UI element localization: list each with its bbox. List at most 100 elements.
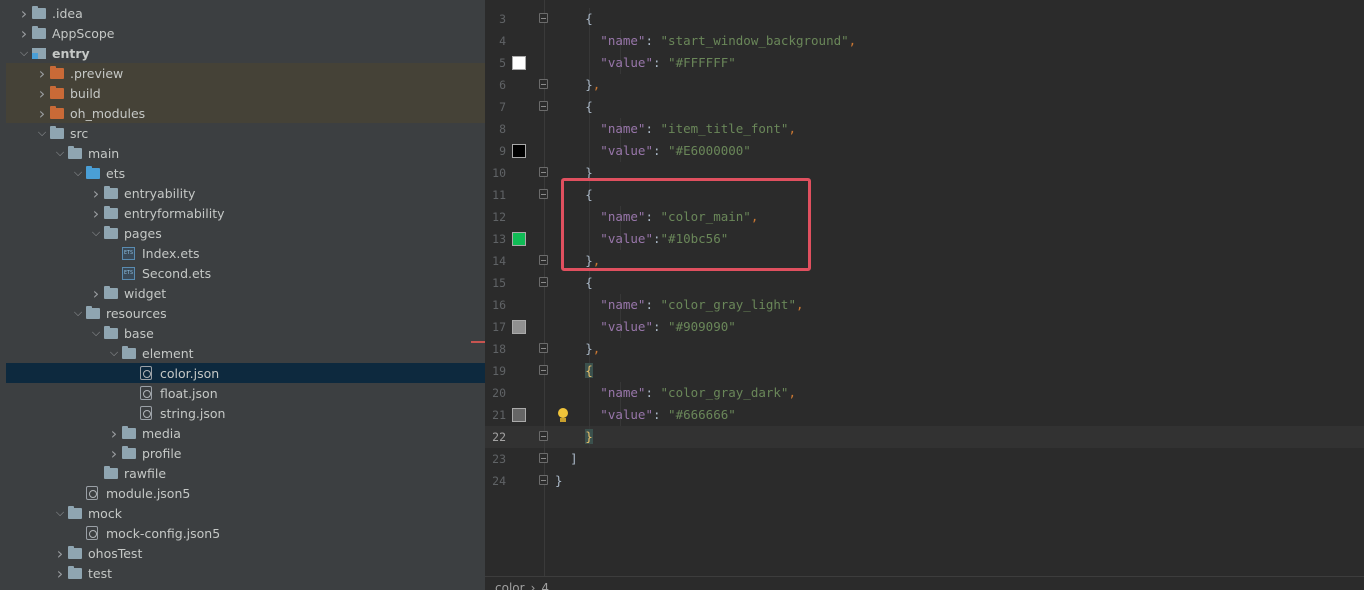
code-line[interactable]: 16 "name": "color_gray_light", bbox=[485, 294, 1364, 316]
fold-marker-icon[interactable] bbox=[539, 255, 548, 265]
tree-item-label: src bbox=[70, 125, 89, 141]
color-swatch-icon[interactable] bbox=[512, 232, 526, 246]
tree-item[interactable]: › .preview bbox=[6, 63, 485, 83]
tree-item[interactable]: mock-config.json5 bbox=[6, 523, 485, 543]
code-line[interactable]: 5 "value": "#FFFFFF" bbox=[485, 52, 1364, 74]
tree-item[interactable]: ⌵ pages bbox=[6, 223, 485, 243]
tree-item[interactable]: rawfile bbox=[6, 463, 485, 483]
fold-marker-icon[interactable] bbox=[539, 343, 548, 353]
chevron-down-icon[interactable]: ⌵ bbox=[106, 343, 122, 363]
chevron-down-icon[interactable]: ⌵ bbox=[52, 143, 68, 163]
chevron-down-icon[interactable]: ⌵ bbox=[52, 503, 68, 523]
tree-item[interactable]: string.json bbox=[6, 403, 485, 423]
code-token: "start_window_background" bbox=[660, 33, 849, 48]
lightbulb-icon[interactable] bbox=[557, 408, 569, 424]
chevron-down-icon[interactable]: ⌵ bbox=[34, 123, 50, 143]
chevron-down-icon[interactable]: ⌵ bbox=[16, 43, 32, 63]
tree-item[interactable]: float.json bbox=[6, 383, 485, 403]
tree-item[interactable]: › profile bbox=[6, 443, 485, 463]
chevron-down-icon[interactable]: ⌵ bbox=[88, 223, 104, 243]
color-swatch-icon[interactable] bbox=[512, 320, 526, 334]
code-line[interactable]: 6}, bbox=[485, 74, 1364, 96]
tree-item[interactable]: › media bbox=[6, 423, 485, 443]
code-text: }, bbox=[585, 74, 600, 96]
chevron-right-icon[interactable]: › bbox=[34, 103, 50, 123]
code-text: }, bbox=[585, 338, 600, 360]
tree-item[interactable]: › .idea bbox=[6, 3, 485, 23]
fold-marker-icon[interactable] bbox=[539, 431, 548, 441]
tree-item[interactable]: › ohosTest bbox=[6, 543, 485, 563]
chevron-right-icon[interactable]: › bbox=[88, 203, 104, 223]
fold-marker-icon[interactable] bbox=[539, 167, 548, 177]
code-text: ] bbox=[570, 448, 578, 470]
tree-item[interactable]: › AppScope bbox=[6, 23, 485, 43]
code-editor[interactable]: 3{4 "name": "start_window_background", 5 "v… bbox=[485, 0, 1364, 590]
tree-item[interactable]: › entryformability bbox=[6, 203, 485, 223]
tree-item[interactable]: ⌵ mock bbox=[6, 503, 485, 523]
tree-item[interactable]: color.json bbox=[6, 363, 485, 383]
fold-marker-icon[interactable] bbox=[539, 277, 548, 287]
tree-item[interactable]: ⌵ resources bbox=[6, 303, 485, 323]
tree-item[interactable]: › widget bbox=[6, 283, 485, 303]
chevron-down-icon[interactable]: ⌵ bbox=[88, 323, 104, 343]
code-text: } bbox=[585, 426, 593, 448]
tree-item[interactable]: › build bbox=[6, 83, 485, 103]
tree-item[interactable]: module.json5 bbox=[6, 483, 485, 503]
chevron-right-icon[interactable]: › bbox=[16, 23, 32, 43]
chevron-right-icon[interactable]: › bbox=[34, 83, 50, 103]
fold-marker-icon[interactable] bbox=[539, 475, 548, 485]
fold-marker-icon[interactable] bbox=[539, 365, 548, 375]
chevron-right-icon[interactable]: › bbox=[34, 63, 50, 83]
tree-item[interactable]: ⌵ entry bbox=[6, 43, 485, 63]
tree-item[interactable]: › oh_modules bbox=[6, 103, 485, 123]
editor-breadcrumb: color › 4 bbox=[485, 576, 1364, 590]
code-line[interactable]: 20 "name": "color_gray_dark", bbox=[485, 382, 1364, 404]
code-line[interactable]: 19 { bbox=[485, 360, 1364, 382]
code-line[interactable]: 3{ bbox=[485, 8, 1364, 30]
chevron-down-icon[interactable]: ⌵ bbox=[70, 163, 86, 183]
tree-item[interactable]: ETS Index.ets bbox=[6, 243, 485, 263]
code-line[interactable]: 7{ bbox=[485, 96, 1364, 118]
chevron-right-icon[interactable]: › bbox=[16, 3, 32, 23]
code-line[interactable]: 4 "name": "start_window_background", bbox=[485, 30, 1364, 52]
tree-item[interactable]: ⌵ main bbox=[6, 143, 485, 163]
tree-item[interactable]: ⌵ base bbox=[6, 323, 485, 343]
color-swatch-icon[interactable] bbox=[512, 144, 526, 158]
indent-guide bbox=[589, 404, 591, 426]
tree-item[interactable]: ⌵ src bbox=[6, 123, 485, 143]
code-line[interactable]: 22} bbox=[485, 426, 1364, 448]
code-text: } bbox=[555, 470, 563, 492]
tree-item[interactable]: › test bbox=[6, 563, 485, 583]
color-swatch-icon[interactable] bbox=[512, 408, 526, 422]
chevron-down-icon[interactable]: ⌵ bbox=[70, 303, 86, 323]
chevron-right-icon[interactable]: › bbox=[106, 423, 122, 443]
breadcrumb-item[interactable]: color bbox=[495, 581, 525, 590]
chevron-right-icon[interactable]: › bbox=[106, 443, 122, 463]
fold-marker-icon[interactable] bbox=[539, 13, 548, 23]
chevron-right-icon[interactable]: › bbox=[88, 283, 104, 303]
chevron-right-icon[interactable]: › bbox=[52, 563, 68, 583]
tree-item-label: color.json bbox=[160, 365, 220, 381]
line-number: 12 bbox=[492, 210, 506, 224]
code-line[interactable]: 23] bbox=[485, 448, 1364, 470]
code-line[interactable]: 8 "name": "item_title_font", bbox=[485, 118, 1364, 140]
code-token: { bbox=[585, 99, 593, 114]
fold-marker-icon[interactable] bbox=[539, 453, 548, 463]
fold-marker-icon[interactable] bbox=[539, 189, 548, 199]
chevron-right-icon[interactable]: › bbox=[52, 543, 68, 563]
fold-marker-icon[interactable] bbox=[539, 79, 548, 89]
code-line[interactable]: 15 { bbox=[485, 272, 1364, 294]
tree-item[interactable]: ⌵ ets bbox=[6, 163, 485, 183]
code-line[interactable]: 9 "value": "#E6000000" bbox=[485, 140, 1364, 162]
chevron-right-icon[interactable]: › bbox=[88, 183, 104, 203]
color-swatch-icon[interactable] bbox=[512, 56, 526, 70]
code-line[interactable]: 18}, bbox=[485, 338, 1364, 360]
code-line[interactable]: 21 "value": "#666666" bbox=[485, 404, 1364, 426]
fold-marker-icon[interactable] bbox=[539, 101, 548, 111]
code-line[interactable]: 24} bbox=[485, 470, 1364, 492]
breadcrumb-item[interactable]: 4 bbox=[541, 581, 549, 590]
tree-item[interactable]: ETS Second.ets bbox=[6, 263, 485, 283]
tree-item[interactable]: › entryability bbox=[6, 183, 485, 203]
tree-item[interactable]: ⌵ element bbox=[6, 343, 485, 363]
code-line[interactable]: 17 "value": "#909090" bbox=[485, 316, 1364, 338]
